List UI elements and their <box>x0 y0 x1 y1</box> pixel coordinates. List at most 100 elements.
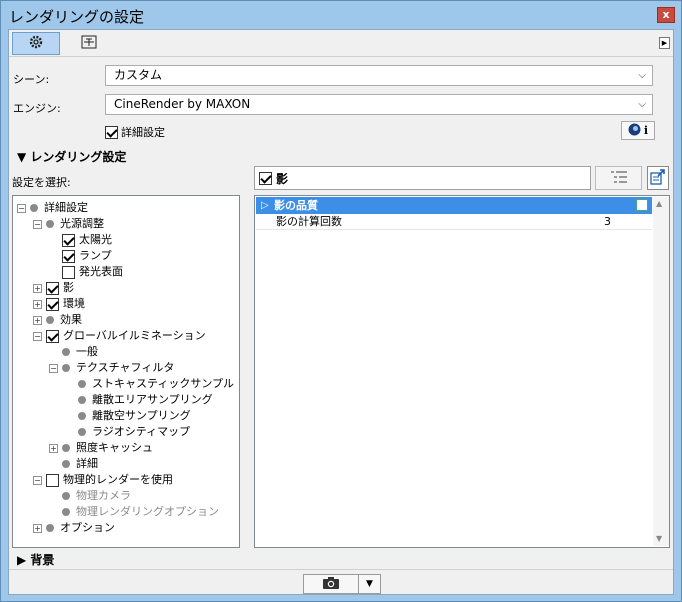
background-section[interactable]: ▶ 背景 <box>9 550 673 568</box>
tree-checkbox[interactable] <box>46 297 59 311</box>
bullet-icon <box>46 524 54 532</box>
tree-item-label: 一般 <box>76 345 98 358</box>
engine-info-button[interactable]: i <box>621 121 655 140</box>
tree-checkbox[interactable] <box>46 281 59 295</box>
tree-item-label: ランプ <box>79 249 112 262</box>
title-bar[interactable]: レンダリングの設定 x <box>1 1 681 29</box>
footer-bar: ▼ <box>9 569 673 595</box>
tree-item[interactable]: 離散空サンプリング <box>65 408 191 424</box>
scene-value: カスタム <box>114 68 163 82</box>
checkbox-box[interactable] <box>105 125 118 139</box>
tree-item[interactable]: − グローバルイルミネーション <box>33 328 206 344</box>
tree-item[interactable]: + 照度キャッシュ <box>49 440 153 456</box>
shadow-quality-group[interactable]: ▷ 影の品質 <box>256 197 652 214</box>
tree-item[interactable]: 太陽光 <box>49 232 112 248</box>
tree-item[interactable]: 物理レンダリングオプション <box>49 504 219 520</box>
tree-item-label: 影 <box>63 281 74 294</box>
tree-item-label: グローバルイルミネーション <box>63 329 206 342</box>
tree-item[interactable]: + 影 <box>33 280 74 296</box>
render-options-dropdown[interactable]: ▼ <box>359 574 381 594</box>
expand-icon[interactable]: + <box>33 283 42 293</box>
tree-checkbox[interactable] <box>46 473 59 487</box>
collapse-icon[interactable]: − <box>33 331 42 341</box>
tree-item[interactable]: 離散エリアサンプリング <box>65 392 213 408</box>
tree-item[interactable]: 詳細 <box>49 456 98 472</box>
property-value[interactable]: 3 <box>604 214 611 230</box>
engine-label: エンジン: <box>13 102 61 115</box>
collapse-icon[interactable]: − <box>17 203 26 213</box>
tree-item-label: 離散エリアサンプリング <box>92 393 213 406</box>
shadow-header-label: 影 <box>276 171 289 186</box>
shadow-quality-label: 影の品質 <box>274 199 318 212</box>
tree-checkbox[interactable] <box>46 329 59 343</box>
expand-icon[interactable]: + <box>33 299 42 309</box>
tree-item[interactable]: + 環境 <box>33 296 85 312</box>
background-label: 背景 <box>30 553 55 567</box>
tree-item[interactable]: + 効果 <box>33 312 82 328</box>
tree-item-label: 光源調整 <box>60 217 104 230</box>
tree-checkbox[interactable] <box>62 265 75 279</box>
chevron-down-icon: ⌵ <box>638 99 646 110</box>
close-button[interactable]: x <box>657 7 675 23</box>
settings-tree[interactable]: − 詳細設定 − 光源調整 太陽光 ランプ 発光表面 + 影 + 環境 + 効果 − グローバルイルミネーシ… <box>12 195 240 548</box>
rendering-settings-label: レンダリング設定 <box>30 150 127 164</box>
toolbar: ▶ <box>9 30 673 57</box>
background-section-header[interactable]: ▶ 背景 <box>17 551 54 568</box>
tree-item-label: 詳細設定 <box>44 201 88 214</box>
tab-size[interactable] <box>65 32 113 55</box>
triangle-right-icon: ▶ <box>17 553 27 567</box>
detail-settings-checkbox[interactable]: 詳細設定 <box>105 124 165 140</box>
expand-icon[interactable]: + <box>33 523 42 533</box>
select-settings-label: 設定を選択: <box>12 176 71 189</box>
rendering-settings-section[interactable]: ▼ レンダリング設定 <box>17 148 126 165</box>
tree-item-label: 環境 <box>63 297 85 310</box>
property-name: 影の計算回数 <box>276 215 342 228</box>
tree-item-label: テクスチャフィルタ <box>76 361 175 374</box>
tree-item[interactable]: − 光源調整 <box>33 216 104 232</box>
tree-item[interactable]: − 詳細設定 <box>17 200 88 216</box>
tree-item-label: 発光表面 <box>79 265 123 278</box>
tree-item[interactable]: − テクスチャフィルタ <box>49 360 174 376</box>
tree-item[interactable]: 発光表面 <box>49 264 123 280</box>
collapse-icon[interactable]: − <box>49 363 58 373</box>
toolbar-more-button[interactable]: ▶ <box>659 37 670 49</box>
tree-item[interactable]: 一般 <box>49 344 98 360</box>
bullet-icon <box>30 204 38 212</box>
property-row[interactable]: 影の計算回数 3 <box>256 214 652 230</box>
chevron-down-icon: ⌵ <box>638 70 646 81</box>
tree-item[interactable]: 物理カメラ <box>49 488 131 504</box>
tree-item[interactable]: ランプ <box>49 248 112 264</box>
vertical-scrollbar[interactable]: ▲ ▼ <box>653 197 669 546</box>
bullet-icon <box>62 492 70 500</box>
shadow-enable-checkbox[interactable] <box>259 171 272 185</box>
tab-settings[interactable] <box>12 32 60 55</box>
bullet-icon <box>62 460 70 468</box>
render-button[interactable] <box>303 574 359 594</box>
tree-item[interactable]: + オプション <box>33 520 115 536</box>
expand-icon[interactable]: + <box>33 315 42 325</box>
tree-item-label: オプション <box>60 521 115 534</box>
tree-item[interactable]: ラジオシティマップ <box>65 424 190 440</box>
collapse-icon[interactable]: − <box>33 219 42 229</box>
collapse-icon[interactable]: − <box>33 475 42 485</box>
tree-checkbox[interactable] <box>62 249 75 263</box>
export-settings-button[interactable] <box>647 166 669 190</box>
tree-checkbox[interactable] <box>62 233 75 247</box>
scene-dropdown[interactable]: カスタム ⌵ <box>105 65 653 86</box>
engine-dropdown[interactable]: CineRender by MAXON ⌵ <box>105 94 653 115</box>
tree-item[interactable]: − 物理的レンダーを使用 <box>33 472 173 488</box>
window-title: レンダリングの設定 <box>9 8 145 26</box>
expand-icon[interactable]: + <box>49 443 58 453</box>
render-settings-window: レンダリングの設定 x ▶ シーン: カスタム ⌵ エンジン: CineRend… <box>0 0 682 602</box>
cinerender-logo-icon <box>628 123 641 139</box>
favorite-icon[interactable] <box>636 199 648 211</box>
bullet-icon <box>62 444 70 452</box>
bullet-icon <box>78 380 86 388</box>
tree-item[interactable]: ストキャスティックサンプル <box>65 376 234 392</box>
list-view-button[interactable] <box>595 166 642 190</box>
triangle-right-icon: ▷ <box>261 200 269 211</box>
scroll-down-icon[interactable]: ▼ <box>656 534 662 543</box>
scroll-up-icon[interactable]: ▲ <box>656 199 662 208</box>
bullet-icon <box>46 220 54 228</box>
property-panel: ▷ 影の品質 影の計算回数 3 ▲ ▼ <box>254 195 670 548</box>
